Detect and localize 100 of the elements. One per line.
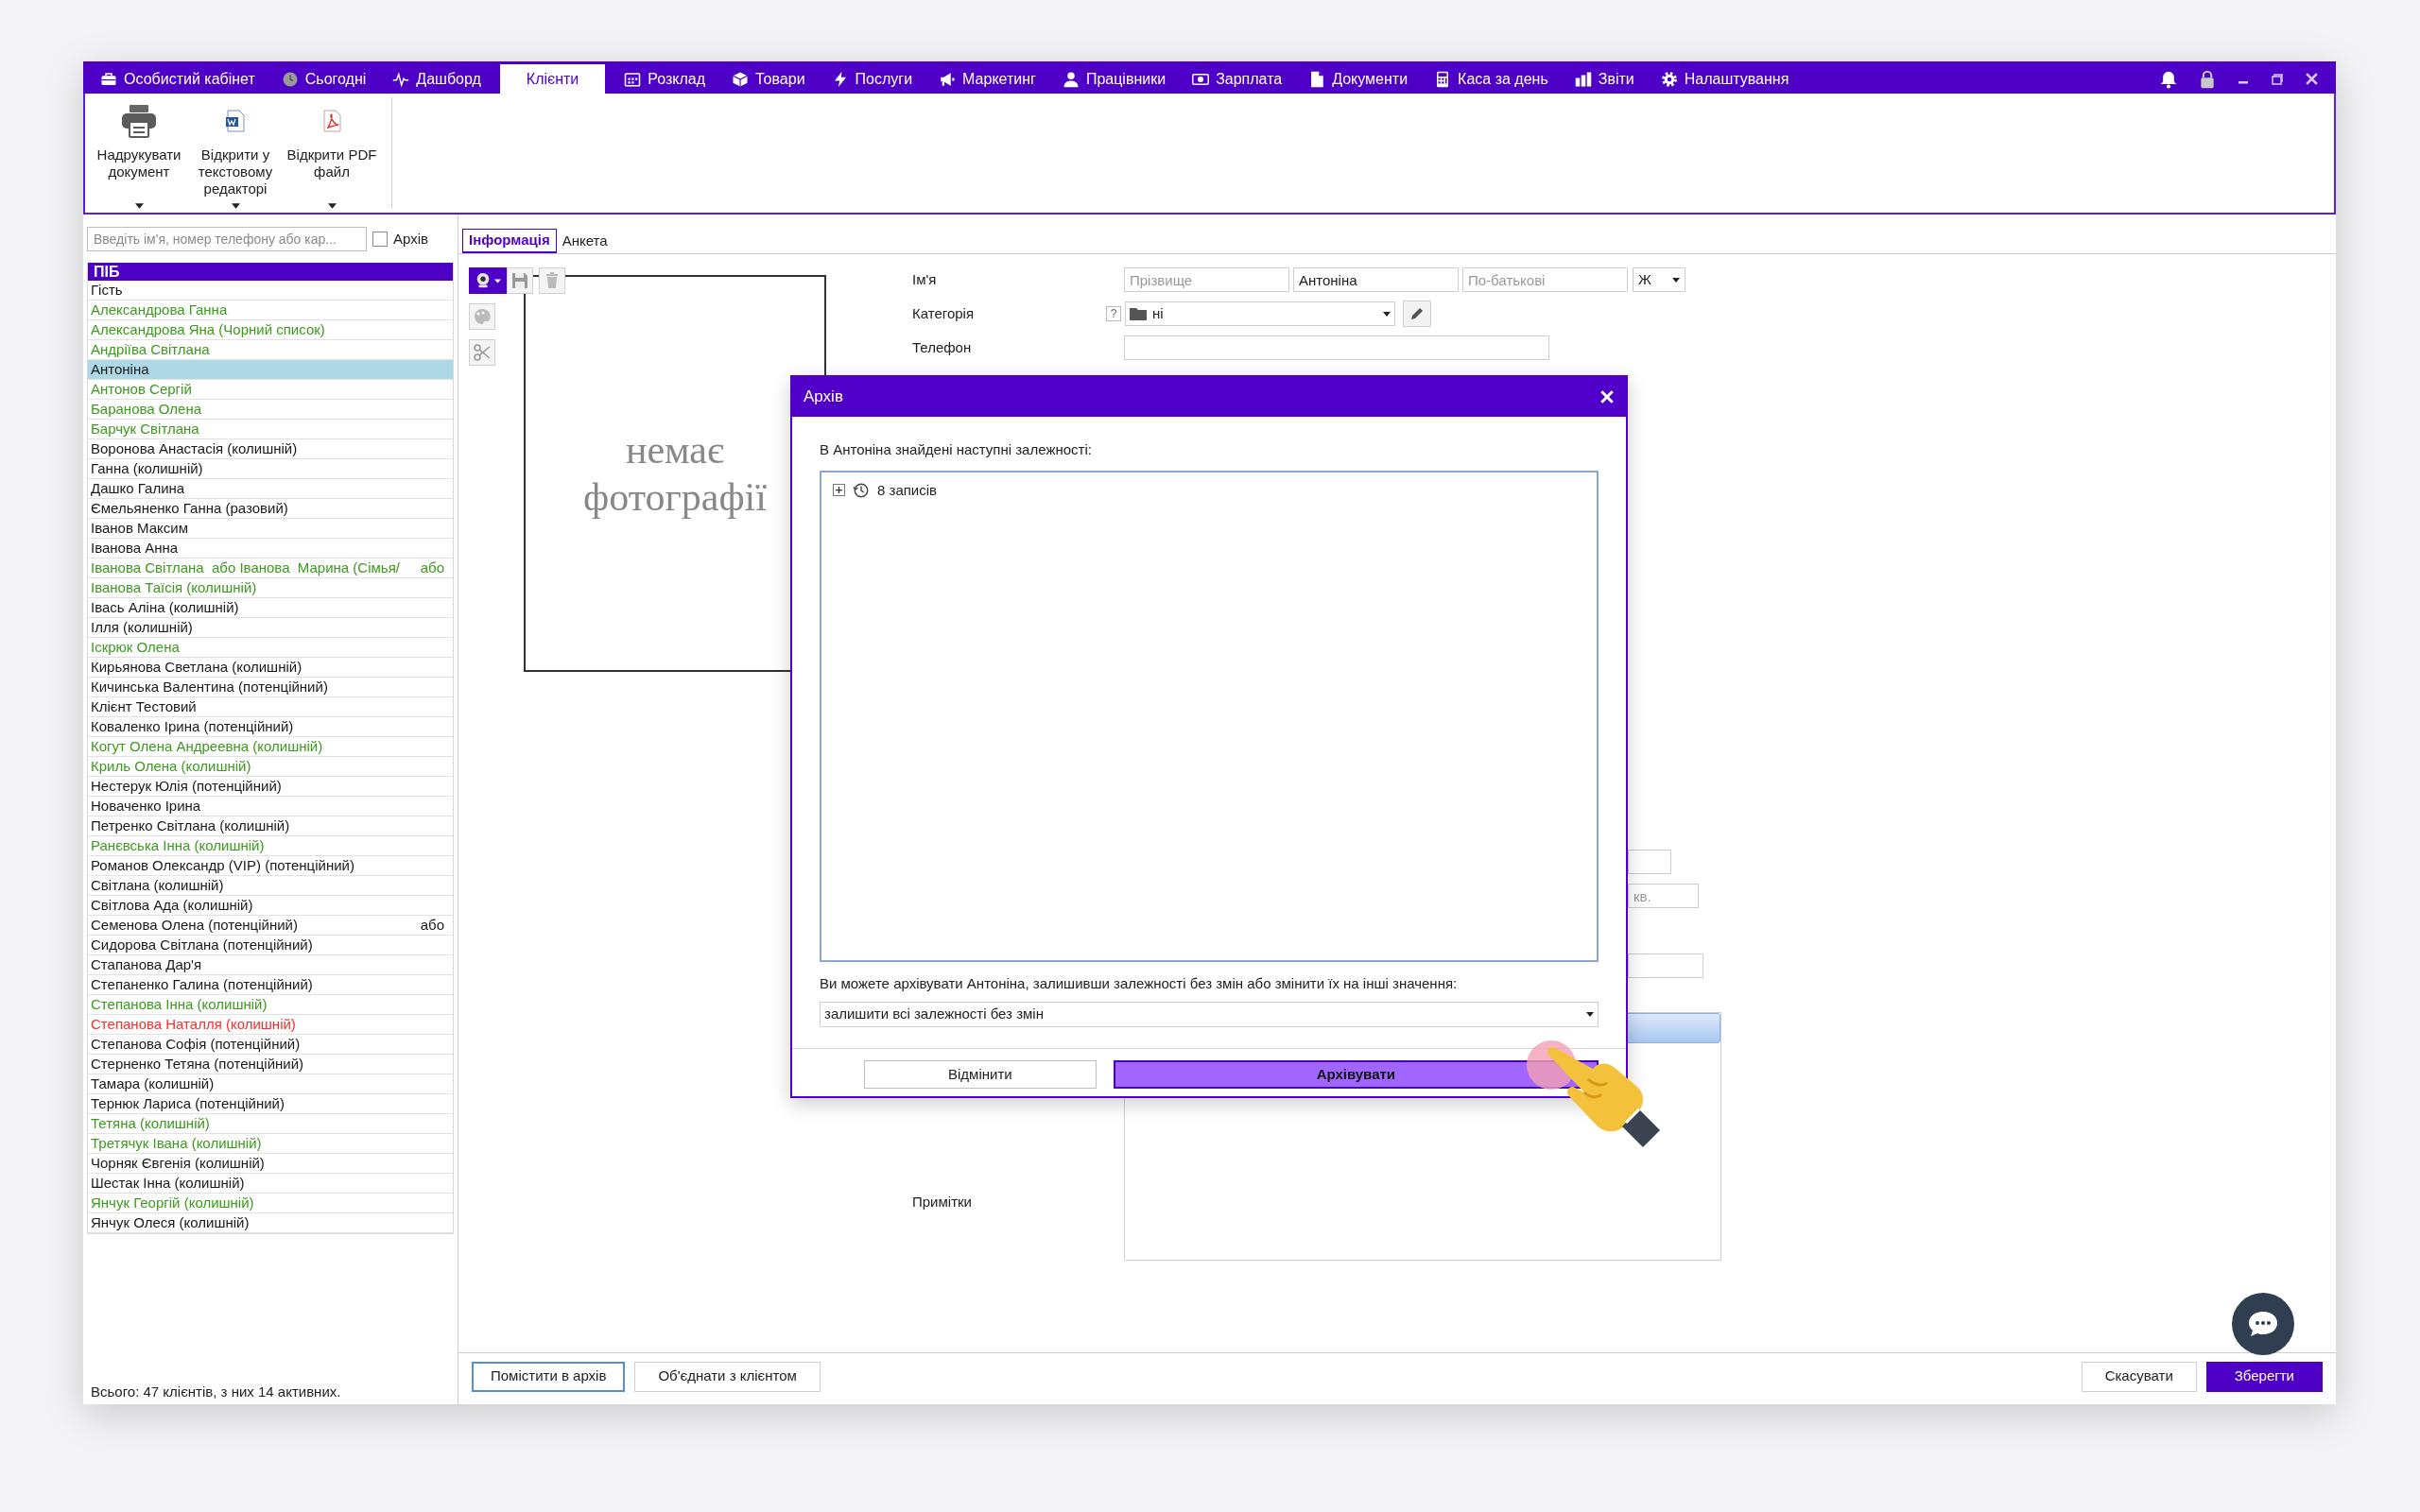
nav-tab[interactable]: Послуги	[818, 64, 926, 94]
client-name: Дашко Галина	[91, 478, 185, 498]
history-icon	[853, 481, 870, 499]
nav-tab[interactable]: Маркетинг	[925, 64, 1049, 94]
client-name: Івась Аліна (колишній)	[91, 597, 239, 617]
status-text: Всього: 47 клієнтів, з них 14 активних.	[90, 1382, 342, 1401]
client-name: Нестерук Юлія (потенційний)	[91, 776, 282, 796]
save-icon[interactable]	[507, 267, 533, 294]
text-field[interactable]	[1628, 954, 1703, 978]
gender-select[interactable]: Ж	[1633, 267, 1685, 292]
client-name: Сидорова Світлана (потенційний)	[91, 935, 313, 954]
nav-tab[interactable]: Звіти	[1561, 64, 1648, 94]
caret-icon	[1672, 277, 1680, 283]
form-tab[interactable]: Анкета	[556, 229, 614, 253]
client-name: Баранова Олена	[91, 399, 202, 419]
client-name: Воронова Анастасія (колишній)	[91, 438, 298, 458]
client-row[interactable]: Іванова Світлана або Іванова Марина (Сімья/ або	[88, 558, 453, 578]
cancel-button[interactable]: Відмінити	[864, 1060, 1097, 1089]
caret-icon	[1586, 1012, 1594, 1017]
client-name: Степанова Інна (колишній)	[91, 994, 268, 1014]
webcam-button[interactable]	[469, 267, 507, 294]
nav-tab[interactable]: Клієнти	[499, 64, 606, 94]
calendar-icon	[624, 70, 642, 88]
nav-tab[interactable]: Товари	[718, 64, 819, 94]
client-name: Коваленко Ірина (потенційний)	[91, 716, 294, 736]
client-name: Степанова Софія (потенційний)	[91, 1034, 301, 1054]
nav-tab[interactable]: Зарплата	[1179, 64, 1296, 94]
dependency-select[interactable]: залишити всі залежності без змін	[820, 1002, 1599, 1027]
field-label: Категорія	[912, 304, 975, 321]
nav-tab[interactable]: Сьогодні	[268, 64, 380, 94]
folder-icon	[1130, 307, 1147, 320]
category-select[interactable]: ні	[1125, 301, 1395, 326]
dialog-text: В Антоніна знайдені наступні залежності:	[820, 440, 1093, 459]
field-label: Примітки	[912, 1194, 972, 1210]
nav-tab[interactable]: Каса за день	[1421, 64, 1562, 94]
dialog-text: Ви можете архівувати Антоніна, залишивши залежності без змін або змінити їх на інші значення:	[820, 973, 1459, 993]
client-name: Іванов Максим	[91, 518, 188, 538]
save-button[interactable]: Зберегти	[2205, 1361, 2323, 1392]
client-name: Кирьянова Светлана (колишній)	[91, 657, 302, 677]
client-name: Степаненко Галина (потенційний)	[91, 974, 313, 994]
client-name: Антонов Сергій	[91, 379, 192, 399]
bell-icon[interactable]	[2159, 69, 2178, 89]
client-name: Стапанова Дар'я	[91, 954, 202, 974]
caret-icon	[494, 278, 501, 284]
patronymic-field[interactable]: По-батькові	[1462, 267, 1628, 292]
form-tab[interactable]: Інформація	[462, 229, 557, 253]
close-icon[interactable]	[2305, 72, 2319, 86]
client-row[interactable]: Семенова Олена (потенційний) або	[88, 916, 453, 936]
client-name: Ємельяненко Ганна (разовий)	[91, 498, 288, 518]
box-icon	[732, 70, 750, 88]
dialog-title: Архів	[804, 387, 843, 408]
expand-icon[interactable]	[833, 484, 845, 497]
client-name: Янчук Георгій (колишній)	[91, 1193, 254, 1212]
nav-tab[interactable]: Розклад	[611, 64, 719, 94]
footer-button[interactable]: Об'єднати з клієнтом	[634, 1361, 821, 1392]
apartment-field[interactable]: кв.	[1628, 884, 1699, 908]
person-icon	[1062, 70, 1080, 88]
client-name: Чорняк Євгенія (колишній)	[91, 1153, 265, 1173]
client-name: Світлана (колишній)	[91, 875, 224, 895]
text-field[interactable]	[1628, 850, 1671, 874]
nav-tab[interactable]: Особистий кабінет	[87, 64, 268, 94]
megaphone-icon	[939, 70, 957, 88]
ribbon-button[interactable]: Відкрити PDF файл	[284, 94, 380, 213]
nav-tab[interactable]: Документи	[1295, 64, 1422, 94]
edit-button[interactable]	[1403, 301, 1431, 327]
clock-icon	[281, 70, 299, 88]
restore-icon[interactable]	[2271, 72, 2284, 86]
briefcase-icon	[100, 70, 117, 88]
word-document-icon	[225, 110, 246, 132]
help-badge[interactable]: ?	[1106, 306, 1121, 321]
column-header: ПІБ	[88, 263, 453, 281]
ribbon-button[interactable]: Відкрити у текстовому редакторі	[187, 94, 284, 213]
client-name: Тернюк Лариса (потенційний)	[91, 1093, 285, 1113]
client-name: Клієнт Тестовий	[91, 696, 197, 716]
scissors-icon[interactable]	[469, 339, 495, 366]
client-name: Новаченко Ірина	[91, 796, 201, 816]
client-name: Александрова Яна (Чорний список)	[91, 319, 325, 339]
tree-item[interactable]: 8 записів	[877, 479, 938, 501]
search-field[interactable]: Введіть ім'я, номер телефону або кар...	[87, 227, 367, 251]
pulse-icon	[392, 70, 410, 88]
archive-checkbox[interactable]	[372, 232, 388, 247]
client-name: Кичинська Валентина (потенційний)	[91, 677, 328, 696]
client-name: Стерненко Тетяна (потенційний)	[91, 1054, 304, 1074]
nav-tab[interactable]: Працівники	[1048, 64, 1180, 94]
client-row[interactable]: Антоніна	[88, 360, 453, 380]
speech-bubble-icon	[2247, 1310, 2279, 1338]
footer-button[interactable]: Помістити в архів	[472, 1361, 626, 1392]
first-name-field[interactable]: Антоніна	[1293, 267, 1459, 292]
client-name: Степанова Наталля (колишній)	[91, 1014, 296, 1034]
surname-field[interactable]: Прізвище	[1124, 267, 1289, 292]
client-name: Іванова Анна	[91, 538, 179, 558]
bar-chart-icon	[1574, 70, 1592, 88]
phone-field[interactable]	[1124, 335, 1549, 360]
ribbon-button[interactable]: Надрукувати документ	[91, 94, 187, 213]
caret-icon	[231, 203, 240, 209]
footer-button[interactable]: Скасувати	[2081, 1361, 2197, 1392]
nav-tab[interactable]: Налаштування	[1647, 64, 1803, 94]
nav-tab[interactable]: Дашборд	[379, 64, 494, 94]
client-name: Іванова Таїсія (колишній)	[91, 577, 257, 597]
lock-icon[interactable]	[2199, 69, 2216, 89]
